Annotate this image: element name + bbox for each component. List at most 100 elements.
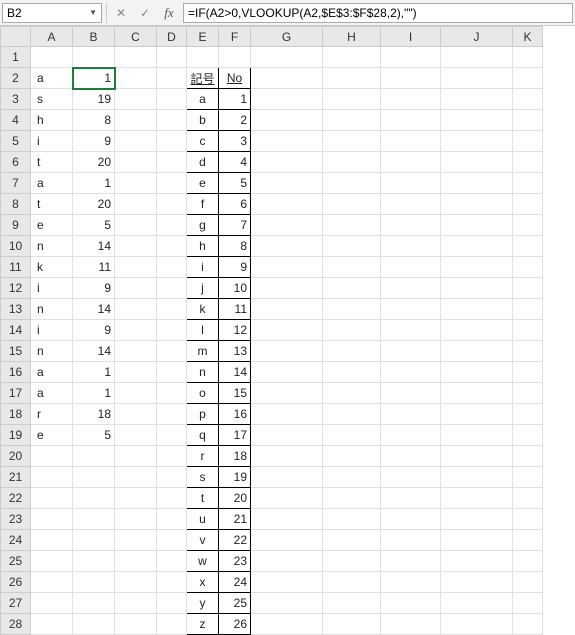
cell-G17[interactable]	[251, 383, 323, 404]
cell-A18[interactable]: r	[31, 404, 73, 425]
cell-A24[interactable]	[31, 530, 73, 551]
cell-K4[interactable]	[513, 110, 543, 131]
cell-C21[interactable]	[115, 467, 157, 488]
name-box[interactable]: B2 ▼	[2, 3, 102, 23]
cell-G18[interactable]	[251, 404, 323, 425]
cell-A9[interactable]: e	[31, 215, 73, 236]
select-all-corner[interactable]	[1, 27, 31, 47]
cell-B18[interactable]: 18	[73, 404, 115, 425]
cell-D13[interactable]	[157, 299, 187, 320]
cancel-icon[interactable]: ✕	[111, 3, 131, 23]
cell-H23[interactable]	[323, 509, 381, 530]
cell-G11[interactable]	[251, 257, 323, 278]
cell-J16[interactable]	[441, 362, 513, 383]
cell-J7[interactable]	[441, 173, 513, 194]
fx-icon[interactable]: fx	[159, 3, 179, 23]
cell-C24[interactable]	[115, 530, 157, 551]
cell-I12[interactable]	[381, 278, 441, 299]
cell-G10[interactable]	[251, 236, 323, 257]
cell-G3[interactable]	[251, 89, 323, 110]
cell-F27[interactable]: 25	[219, 593, 251, 614]
cell-H1[interactable]	[323, 47, 381, 68]
cell-I18[interactable]	[381, 404, 441, 425]
cell-I9[interactable]	[381, 215, 441, 236]
cell-E7[interactable]: e	[187, 173, 219, 194]
cell-K23[interactable]	[513, 509, 543, 530]
row-header-11[interactable]: 11	[1, 257, 31, 278]
cell-K1[interactable]	[513, 47, 543, 68]
cell-A7[interactable]: a	[31, 173, 73, 194]
cell-E14[interactable]: l	[187, 320, 219, 341]
row-header-15[interactable]: 15	[1, 341, 31, 362]
cell-B20[interactable]	[73, 446, 115, 467]
cell-D15[interactable]	[157, 341, 187, 362]
cell-G19[interactable]	[251, 425, 323, 446]
cell-G8[interactable]	[251, 194, 323, 215]
cell-H4[interactable]	[323, 110, 381, 131]
cell-G5[interactable]	[251, 131, 323, 152]
cell-J13[interactable]	[441, 299, 513, 320]
cell-A5[interactable]: i	[31, 131, 73, 152]
cell-G12[interactable]	[251, 278, 323, 299]
cell-K24[interactable]	[513, 530, 543, 551]
cell-F3[interactable]: 1	[219, 89, 251, 110]
row-header-2[interactable]: 2	[1, 68, 31, 89]
cell-K19[interactable]	[513, 425, 543, 446]
cell-F22[interactable]: 20	[219, 488, 251, 509]
cell-A16[interactable]: a	[31, 362, 73, 383]
cell-C11[interactable]	[115, 257, 157, 278]
accept-icon[interactable]: ✓	[135, 3, 155, 23]
cell-F13[interactable]: 11	[219, 299, 251, 320]
cell-I22[interactable]	[381, 488, 441, 509]
cell-B11[interactable]: 11	[73, 257, 115, 278]
cell-D12[interactable]	[157, 278, 187, 299]
cell-J20[interactable]	[441, 446, 513, 467]
cell-F12[interactable]: 10	[219, 278, 251, 299]
cell-D1[interactable]	[157, 47, 187, 68]
cell-E24[interactable]: v	[187, 530, 219, 551]
cell-K18[interactable]	[513, 404, 543, 425]
cell-F19[interactable]: 17	[219, 425, 251, 446]
cell-D8[interactable]	[157, 194, 187, 215]
cell-D17[interactable]	[157, 383, 187, 404]
row-header-14[interactable]: 14	[1, 320, 31, 341]
cell-C1[interactable]	[115, 47, 157, 68]
cell-B6[interactable]: 20	[73, 152, 115, 173]
cell-C20[interactable]	[115, 446, 157, 467]
row-header-24[interactable]: 24	[1, 530, 31, 551]
row-header-26[interactable]: 26	[1, 572, 31, 593]
cell-B23[interactable]	[73, 509, 115, 530]
cell-B28[interactable]	[73, 614, 115, 635]
spreadsheet-grid[interactable]: ABCDEFGHIJK 12a1記号No3s19a14h8b25i9c36t20…	[0, 26, 575, 635]
cell-F8[interactable]: 6	[219, 194, 251, 215]
cell-I20[interactable]	[381, 446, 441, 467]
cell-I8[interactable]	[381, 194, 441, 215]
cell-F7[interactable]: 5	[219, 173, 251, 194]
cell-I2[interactable]	[381, 68, 441, 89]
cell-H5[interactable]	[323, 131, 381, 152]
cell-B4[interactable]: 8	[73, 110, 115, 131]
cell-E9[interactable]: g	[187, 215, 219, 236]
cell-D7[interactable]	[157, 173, 187, 194]
cell-E8[interactable]: f	[187, 194, 219, 215]
cell-J8[interactable]	[441, 194, 513, 215]
row-header-3[interactable]: 3	[1, 89, 31, 110]
cell-K3[interactable]	[513, 89, 543, 110]
cell-G20[interactable]	[251, 446, 323, 467]
cell-A4[interactable]: h	[31, 110, 73, 131]
cell-H16[interactable]	[323, 362, 381, 383]
cell-K11[interactable]	[513, 257, 543, 278]
row-header-23[interactable]: 23	[1, 509, 31, 530]
row-header-12[interactable]: 12	[1, 278, 31, 299]
cell-C4[interactable]	[115, 110, 157, 131]
cell-B24[interactable]	[73, 530, 115, 551]
cell-I5[interactable]	[381, 131, 441, 152]
cell-J23[interactable]	[441, 509, 513, 530]
cell-I17[interactable]	[381, 383, 441, 404]
cell-E2[interactable]: 記号	[187, 68, 219, 89]
row-header-8[interactable]: 8	[1, 194, 31, 215]
cell-B26[interactable]	[73, 572, 115, 593]
cell-E27[interactable]: y	[187, 593, 219, 614]
row-header-19[interactable]: 19	[1, 425, 31, 446]
cell-B12[interactable]: 9	[73, 278, 115, 299]
